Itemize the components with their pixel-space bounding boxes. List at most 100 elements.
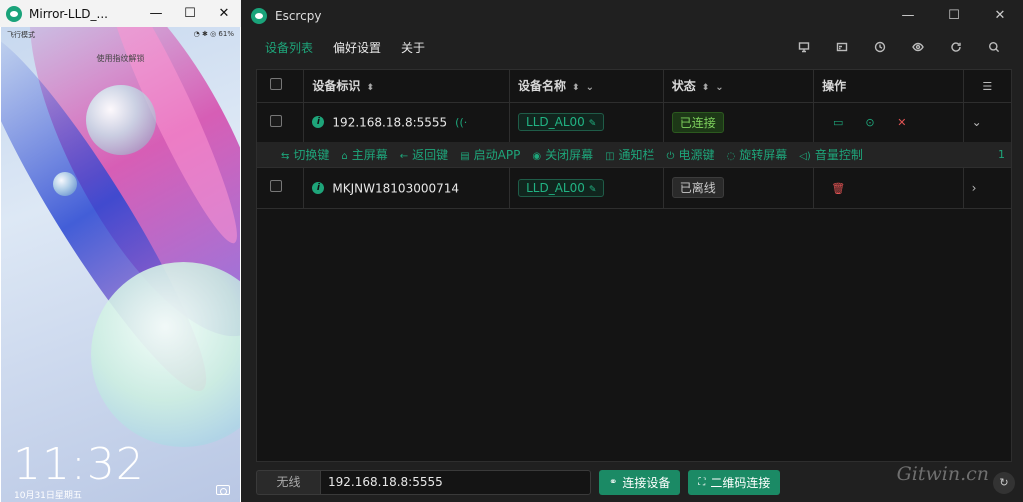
minimize-icon[interactable]: — — [139, 6, 173, 21]
search-icon[interactable] — [975, 39, 1013, 55]
status-left: 飞行模式 — [7, 31, 35, 39]
control-notification[interactable]: ◫ 通知栏 — [605, 146, 654, 163]
cast-icon[interactable] — [823, 39, 861, 55]
ip-address-input[interactable]: 192.168.18.8:5555 — [320, 470, 591, 495]
row-checkbox[interactable] — [270, 180, 282, 193]
status-badge: 已离线 — [671, 177, 724, 199]
chevron-down-icon[interactable]: ⌄ — [586, 82, 594, 93]
header-name-label: 设备名称 — [518, 79, 567, 94]
sort-icon[interactable]: ⬍ — [366, 83, 374, 93]
sort-icon[interactable]: ⬍ — [702, 83, 710, 93]
wifi-icon: ((· — [455, 115, 468, 129]
phone-screen[interactable]: 飞行模式 ◔ ✱ ◎ 61% 使用指纹解锁 11:32 10月31日星期五 — [1, 27, 240, 502]
tab-device-list[interactable]: 设备列表 — [265, 39, 313, 56]
minimize-icon[interactable]: — — [885, 8, 931, 23]
control-page-indicator[interactable]: 1 — [998, 148, 1005, 161]
lockscreen-date: 10月31日星期五 — [14, 491, 82, 501]
app-logo-icon — [6, 5, 22, 22]
notification-icon: ◫ — [605, 151, 615, 162]
header-id[interactable]: 设备标识 ⬍ — [303, 70, 511, 103]
device-name-tag[interactable]: LLD_AL00 ✎ — [518, 113, 605, 131]
row-select-cell — [257, 168, 305, 209]
header-status-label: 状态 — [671, 79, 696, 94]
header-actions: 操作 — [813, 70, 964, 103]
header-status[interactable]: 状态 ⬍ ⌄ — [663, 70, 815, 103]
sliders-icon[interactable]: ☰ — [982, 80, 992, 93]
control-rotate[interactable]: ◌ 旋转屏幕 — [726, 146, 787, 163]
control-label: 关闭屏幕 — [545, 148, 594, 162]
control-switch[interactable]: ⇆ 切换键 — [281, 146, 329, 163]
select-all-checkbox[interactable] — [270, 78, 282, 91]
disconnect-icon[interactable]: ✕ — [890, 116, 914, 129]
row-select-cell — [257, 102, 305, 143]
header-name[interactable]: 设备名称 ⬍ ⌄ — [509, 70, 664, 103]
device-id-cell: i 192.168.18.8:5555 ((· — [303, 102, 511, 143]
tab-preferences[interactable]: 偏好设置 — [333, 39, 381, 56]
connect-bar: 无线 192.168.18.8:5555 ⚭ 连接设备 ⛶ 二维码连接 — [256, 470, 781, 495]
edit-icon[interactable]: ✎ — [589, 119, 597, 129]
mirror-screen-icon[interactable]: ▭ — [826, 116, 850, 129]
connect-device-button[interactable]: ⚭ 连接设备 — [599, 470, 681, 495]
device-control-bar: ⇆ 切换键 ⌂ 主屏幕 ← 返回键 ▤ 启动APP ◉ 关闭屏幕 ◫ 通知栏 ⏻ 电源键 ◌ 旋… — [257, 142, 1011, 168]
device-status-cell: 已连接 — [663, 102, 815, 143]
escrcpy-window: Escrcpy — ☐ ✕ 设备列表 偏好设置 关于 设备标识 ⬍ 设备名称 ⬍ ⌄ … — [245, 0, 1023, 502]
presentation-icon[interactable] — [785, 39, 823, 55]
device-id-cell: i MKJNW18103000714 — [303, 168, 511, 209]
watermark-logo: Gitwin.cn — [896, 463, 989, 485]
control-power[interactable]: ⏻ 电源键 — [667, 146, 715, 163]
top-nav: 设备列表 偏好设置 关于 — [245, 33, 1023, 61]
volume-icon: ◁) — [799, 151, 811, 162]
row-checkbox[interactable] — [270, 114, 282, 127]
trash-icon[interactable]: 🗑 — [826, 182, 850, 195]
refresh-icon[interactable] — [937, 39, 975, 55]
device-table: 设备标识 ⬍ 设备名称 ⬍ ⌄ 状态 ⬍ ⌄ 操作 ☰ i 192.168.18.8:555… — [257, 70, 1011, 143]
scan-icon: ⛶ — [698, 477, 706, 488]
select-all-cell — [257, 70, 305, 103]
device-actions-cell: 🗑 — [813, 168, 964, 209]
info-icon[interactable]: i — [312, 182, 325, 194]
chevron-right-icon[interactable]: › — [972, 181, 977, 195]
device-name-tag[interactable]: LLD_AL00 ✎ — [518, 178, 605, 197]
switch-icon: ⇆ — [281, 151, 290, 162]
table-row[interactable]: i MKJNW18103000714 LLD_AL00 ✎ 已离线 🗑 › — [257, 168, 1011, 209]
control-volume[interactable]: ◁) 音量控制 — [799, 146, 863, 163]
floating-refresh-button[interactable]: ↻ — [993, 472, 1015, 494]
edit-icon[interactable]: ✎ — [589, 185, 597, 195]
tab-about[interactable]: 关于 — [401, 39, 425, 56]
qr-connect-button[interactable]: ⛶ 二维码连接 — [688, 470, 781, 495]
table-row[interactable]: i 192.168.18.8:5555 ((· LLD_AL00 ✎ 已连接 ▭ ⊙ … — [257, 102, 1011, 143]
lockscreen-clock: 11:32 — [13, 439, 145, 490]
control-launch-app[interactable]: ▤ 启动APP — [460, 146, 520, 163]
device-name-cell: LLD_AL00 ✎ — [509, 168, 664, 209]
history-icon[interactable] — [861, 39, 899, 55]
chevron-down-icon[interactable]: ⌄ — [972, 115, 982, 129]
wallpaper-bubble — [53, 172, 77, 196]
back-arrow-icon: ← — [399, 151, 409, 162]
link-icon: ⚭ — [609, 477, 618, 488]
device-actions-cell: ▭ ⊙ ✕ — [813, 102, 964, 143]
device-id: MKJNW18103000714 — [332, 181, 460, 195]
close-icon[interactable]: ✕ — [207, 6, 241, 21]
camera-icon[interactable] — [216, 485, 230, 495]
control-back[interactable]: ← 返回键 — [400, 146, 448, 163]
maximize-icon[interactable]: ☐ — [173, 6, 207, 21]
eye-off-icon: ◉ — [532, 151, 542, 162]
column-settings-cell: ☰ — [963, 70, 1011, 103]
sort-icon[interactable]: ⬍ — [572, 83, 580, 93]
eye-icon[interactable] — [899, 39, 937, 55]
wallpaper-bubble — [86, 85, 156, 155]
close-icon[interactable]: ✕ — [977, 8, 1023, 23]
info-icon[interactable]: i — [312, 116, 325, 129]
device-table-continued: i MKJNW18103000714 LLD_AL00 ✎ 已离线 🗑 › — [257, 168, 1011, 209]
mirror-window: Mirror-LLD_... — ☐ ✕ 飞行模式 ◔ ✱ ◎ 61% 使用指纹… — [0, 0, 241, 502]
qr-connect-label: 二维码连接 — [710, 476, 771, 490]
control-label: 通知栏 — [618, 148, 655, 162]
mirror-titlebar: Mirror-LLD_... — ☐ ✕ — [0, 0, 241, 27]
control-home[interactable]: ⌂ 主屏幕 — [341, 146, 387, 163]
record-icon[interactable]: ⊙ — [858, 116, 882, 129]
chevron-down-icon[interactable]: ⌄ — [715, 82, 723, 93]
app-icon: ▤ — [460, 151, 470, 162]
control-screen-off[interactable]: ◉ 关闭屏幕 — [532, 146, 593, 163]
maximize-icon[interactable]: ☐ — [931, 8, 977, 23]
device-name-cell: LLD_AL00 ✎ — [509, 102, 664, 143]
